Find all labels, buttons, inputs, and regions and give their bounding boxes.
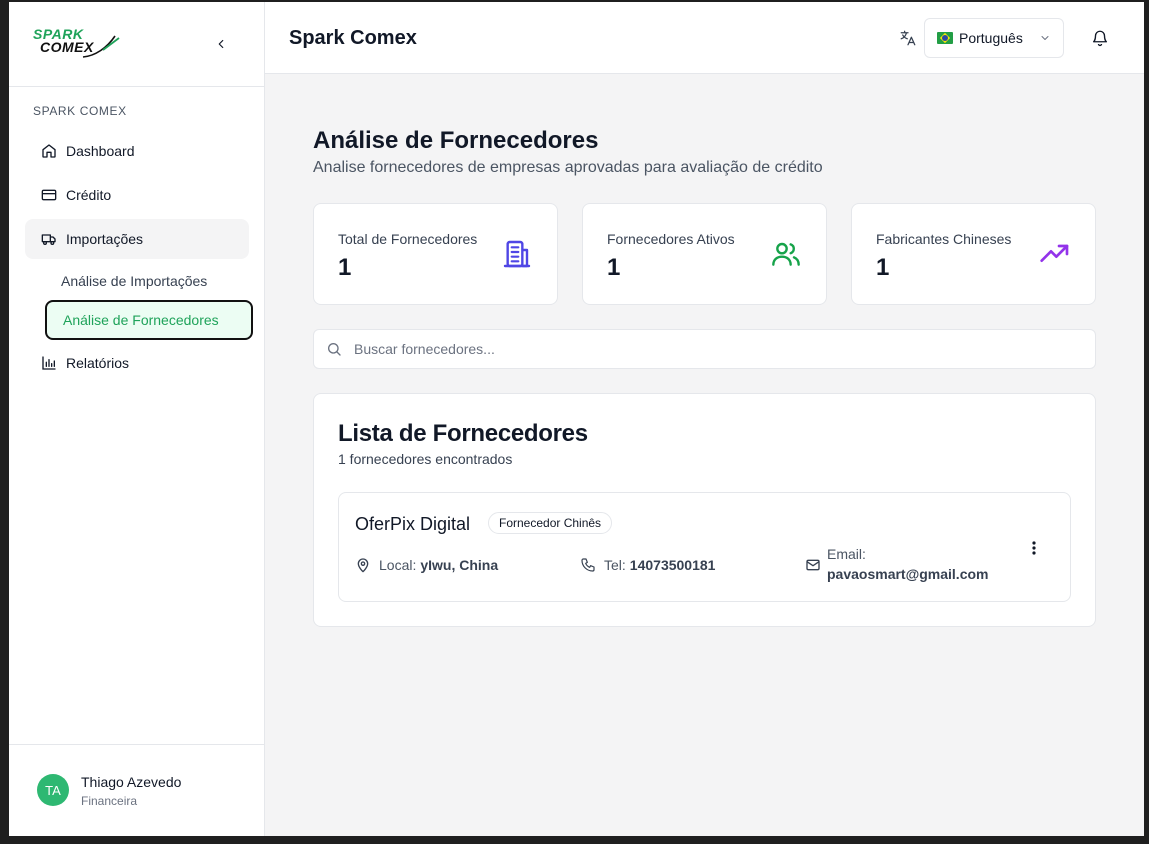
user-role: Financeira	[81, 794, 138, 808]
phone-label: Tel:	[604, 557, 626, 573]
translate-icon	[900, 30, 916, 46]
more-vertical-icon	[1032, 541, 1036, 555]
top-bar: Spark Comex Português	[265, 2, 1144, 74]
sidebar-item-label: Dashboard	[66, 143, 135, 159]
sidebar-subitem-label: Análise de Fornecedores	[63, 312, 219, 328]
language-value: Português	[959, 30, 1023, 46]
stat-label: Fornecedores Ativos	[607, 231, 735, 247]
stat-value: 1	[607, 254, 621, 281]
app-window: SPARK COMEX SPARK COMEX Dashboard Crédit…	[9, 2, 1144, 836]
language-select[interactable]: Português	[924, 18, 1064, 58]
sidebar: SPARK COMEX SPARK COMEX Dashboard Crédit…	[9, 2, 265, 836]
building-icon	[503, 240, 531, 268]
home-icon	[41, 143, 57, 159]
bar-chart-icon	[41, 355, 57, 371]
collapse-sidebar-button[interactable]	[211, 34, 231, 54]
credit-card-icon	[41, 187, 57, 203]
supplier-name: OferPix Digital	[355, 514, 471, 534]
location-label: Local:	[379, 557, 417, 573]
page-subtitle: Analise fornecedores de empresas aprovad…	[313, 159, 823, 176]
stat-label: Fabricantes Chineses	[876, 231, 1012, 247]
stat-card-active: Fornecedores Ativos 1	[582, 203, 827, 305]
trending-up-icon	[1040, 244, 1069, 262]
sidebar-header: SPARK COMEX	[9, 2, 264, 87]
sidebar-item-label: Relatórios	[66, 355, 130, 371]
users-icon	[772, 242, 800, 266]
sidebar-item-label: Crédito	[66, 187, 112, 203]
chevron-down-icon	[1041, 36, 1049, 40]
avatar: TA	[37, 774, 69, 806]
sidebar-item-dashboard[interactable]: Dashboard	[25, 131, 249, 171]
logo-swoosh-icon	[82, 35, 120, 58]
map-pin-icon	[355, 557, 371, 573]
phone-icon	[580, 557, 596, 573]
sidebar-subitem-label: Análise de Importações	[61, 273, 208, 289]
supplier-location: Local: yIwu, China	[355, 557, 498, 573]
stat-value: 1	[338, 254, 352, 281]
sidebar-item-label: Importações	[66, 231, 144, 247]
sidebar-subitem-analise-fornecedores[interactable]: Análise de Fornecedores	[45, 300, 253, 340]
sidebar-section-label: SPARK COMEX	[33, 104, 127, 118]
supplier-list-card: Lista de Fornecedores 1 fornecedores enc…	[313, 393, 1096, 627]
brazil-flag-icon	[937, 32, 953, 44]
sidebar-item-importacoes[interactable]: Importações	[25, 219, 249, 259]
list-title: Lista de Fornecedores	[338, 420, 588, 447]
search-icon	[326, 341, 342, 357]
stat-value: 1	[876, 254, 890, 281]
more-options-button[interactable]	[1023, 537, 1045, 559]
sidebar-item-relatorios[interactable]: Relatórios	[25, 343, 249, 383]
sidebar-item-credito[interactable]: Crédito	[25, 175, 249, 215]
bell-icon[interactable]	[1091, 29, 1109, 47]
stat-card-total: Total de Fornecedores 1	[313, 203, 558, 305]
phone-value: 14073500181	[629, 557, 716, 573]
app-title: Spark Comex	[289, 27, 417, 49]
truck-icon	[41, 231, 57, 247]
logo[interactable]: SPARK COMEX	[33, 24, 123, 64]
user-panel[interactable]: TA Thiago Azevedo Financeira	[9, 744, 265, 836]
sidebar-subitem-analise-importacoes[interactable]: Análise de Importações	[45, 261, 253, 301]
mail-icon	[806, 559, 820, 571]
email-label: Email:	[827, 546, 866, 562]
stat-label: Total de Fornecedores	[338, 231, 478, 247]
supplier-item[interactable]: OferPix Digital Fornecedor Chinês Local:…	[338, 492, 1071, 602]
page-title: Análise de Fornecedores	[313, 127, 599, 154]
chevron-left-icon	[218, 39, 224, 49]
supplier-phone: Tel: 14073500181	[580, 557, 715, 573]
user-name: Thiago Azevedo	[81, 774, 182, 790]
location-value: yIwu, China	[420, 557, 499, 573]
search-input[interactable]	[354, 341, 1054, 357]
search-bar[interactable]	[313, 329, 1096, 369]
supplier-badge: Fornecedor Chinês	[488, 512, 613, 534]
email-value: pavaosmart@gmail.com	[827, 566, 989, 582]
list-count: 1 fornecedores encontrados	[338, 451, 513, 467]
stat-card-chinese: Fabricantes Chineses 1	[851, 203, 1096, 305]
